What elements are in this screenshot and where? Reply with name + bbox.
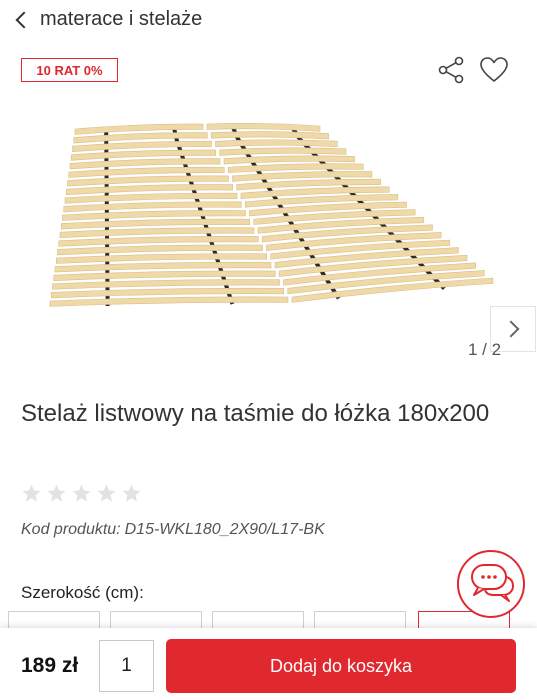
slat: [215, 139, 338, 148]
star-icon[interactable]: [21, 483, 42, 504]
star-icon[interactable]: [46, 483, 67, 504]
star-icon[interactable]: [71, 483, 92, 504]
back-link-label: materace i stelaże: [40, 8, 203, 30]
slat: [53, 270, 276, 282]
product-image: [49, 123, 494, 307]
product-price: 189 zł: [21, 654, 79, 677]
top-bar: materace i stelaże: [0, 0, 537, 44]
slat: [210, 131, 329, 140]
product-code-label: Kod produktu:: [21, 521, 121, 538]
quantity-input[interactable]: [99, 640, 154, 692]
product-code: Kod produktu: D15-WKL180_2X90/L17-BK: [21, 521, 325, 539]
back-link[interactable]: materace i stelaże: [15, 8, 203, 31]
chevron-right-icon: [502, 320, 520, 338]
rating-stars[interactable]: [21, 483, 142, 504]
product-gallery[interactable]: [0, 100, 537, 370]
slat: [50, 287, 285, 299]
heart-icon[interactable]: [479, 56, 509, 84]
add-to-cart-button[interactable]: Dodaj do koszyka: [166, 639, 516, 693]
gallery-counter: 1 / 2: [468, 340, 502, 359]
slat: [206, 123, 321, 132]
product-title: Stelaż listwowy na taśmie do łóżka 180x2…: [21, 400, 490, 427]
chat-button[interactable]: [457, 550, 525, 618]
chat-icon: [471, 564, 515, 602]
star-icon[interactable]: [96, 483, 117, 504]
slat: [52, 279, 280, 290]
slat: [219, 147, 347, 156]
slat: [49, 296, 289, 307]
chevron-left-icon: [15, 11, 33, 29]
star-icon[interactable]: [121, 483, 142, 504]
share-icon[interactable]: [437, 56, 465, 84]
width-option-label: Szerokość (cm):: [21, 583, 144, 602]
slat: [223, 155, 355, 165]
installments-badge: 10 RAT 0%: [21, 58, 118, 82]
product-code-value: D15-WKL180_2X90/L17-BK: [124, 521, 325, 538]
purchase-bar: 189 zł Dodaj do koszyka: [0, 628, 537, 700]
